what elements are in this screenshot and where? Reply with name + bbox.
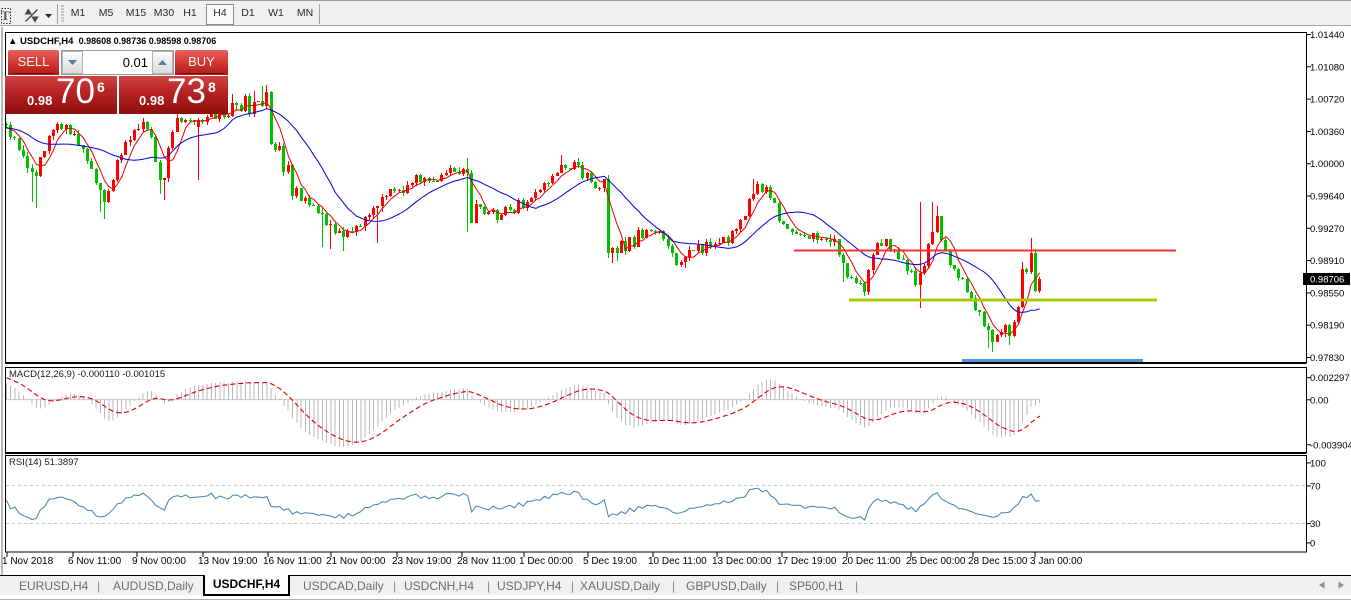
svg-text:1 Nov 2018: 1 Nov 2018 — [2, 556, 54, 567]
svg-text:28 Nov 11:00: 28 Nov 11:00 — [457, 556, 516, 567]
svg-text:13 Dec 00:00: 13 Dec 00:00 — [712, 556, 772, 567]
svg-text:25 Dec 00:00: 25 Dec 00:00 — [906, 556, 966, 567]
svg-text:0.99640: 0.99640 — [1310, 192, 1344, 203]
svg-text:3 Jan 00:00: 3 Jan 00:00 — [1030, 556, 1083, 567]
svg-text:13 Nov 19:00: 13 Nov 19:00 — [198, 556, 258, 567]
svg-text:0.98190: 0.98190 — [1310, 321, 1344, 332]
svg-text:1.01080: 1.01080 — [1310, 62, 1344, 73]
svg-text:5 Dec 19:00: 5 Dec 19:00 — [583, 556, 637, 567]
svg-text:0.98910: 0.98910 — [1310, 256, 1344, 267]
svg-text:-0.003904: -0.003904 — [1310, 440, 1351, 451]
svg-text:70: 70 — [1310, 481, 1321, 492]
svg-text:1.00720: 1.00720 — [1310, 95, 1344, 106]
svg-text:0.98550: 0.98550 — [1310, 288, 1344, 299]
svg-text:16 Nov 11:00: 16 Nov 11:00 — [263, 556, 322, 567]
svg-text:23 Nov 19:00: 23 Nov 19:00 — [392, 556, 452, 567]
svg-text:0.99270: 0.99270 — [1310, 224, 1344, 235]
svg-text:0.00: 0.00 — [1310, 395, 1329, 406]
svg-text:1 Dec 00:00: 1 Dec 00:00 — [519, 556, 573, 567]
svg-text:9 Nov 00:00: 9 Nov 00:00 — [132, 556, 186, 567]
svg-text:0.97830: 0.97830 — [1310, 353, 1344, 364]
svg-text:100: 100 — [1310, 458, 1326, 469]
svg-text:0: 0 — [1310, 538, 1315, 549]
svg-text:0.98706: 0.98706 — [1310, 275, 1344, 286]
svg-text:10 Dec 11:00: 10 Dec 11:00 — [648, 556, 707, 567]
svg-text:T: T — [1, 8, 10, 23]
svg-text:RSI(14) 51.3897: RSI(14) 51.3897 — [9, 457, 79, 468]
svg-text:1.00360: 1.00360 — [1310, 127, 1344, 138]
svg-text:MACD(12,26,9) -0.000110 -0.001: MACD(12,26,9) -0.000110 -0.001015 — [9, 369, 165, 380]
svg-text:28 Dec 15:00: 28 Dec 15:00 — [968, 556, 1028, 567]
svg-text:1.01440: 1.01440 — [1310, 30, 1344, 41]
svg-text:20 Dec 11:00: 20 Dec 11:00 — [842, 556, 901, 567]
svg-text:1.00000: 1.00000 — [1310, 159, 1344, 170]
svg-text:6 Nov 11:00: 6 Nov 11:00 — [68, 556, 122, 567]
svg-text:17 Dec 19:00: 17 Dec 19:00 — [777, 556, 837, 567]
svg-text:0.002297: 0.002297 — [1310, 373, 1350, 384]
svg-text:21 Nov 00:00: 21 Nov 00:00 — [326, 556, 386, 567]
svg-text:30: 30 — [1310, 519, 1321, 530]
